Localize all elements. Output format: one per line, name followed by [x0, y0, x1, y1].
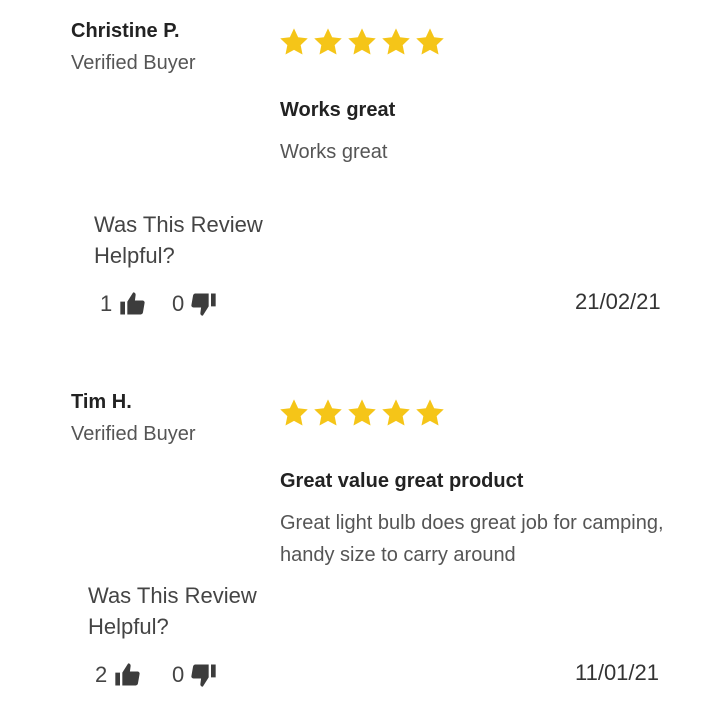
unhelpful-vote-button[interactable]: 0 [172, 661, 218, 689]
review-title: Great value great product [280, 470, 524, 492]
star-icon [314, 399, 342, 426]
helpful-question: Was This Review Helpful? [88, 583, 257, 639]
helpful-vote-button[interactable]: 2 [95, 661, 141, 689]
unhelpful-count: 0 [172, 662, 185, 687]
helpful-question: Was This Review Helpful? [94, 212, 263, 268]
star-icon [280, 28, 308, 55]
star-icon [280, 399, 308, 426]
star-icon [314, 28, 342, 55]
star-icon [382, 399, 410, 426]
verified-buyer-badge: Verified Buyer [71, 52, 196, 74]
review-body: Works great [280, 141, 388, 163]
thumbs-down-icon [191, 664, 216, 687]
review-body: Great light bulb does great job for camp… [280, 512, 664, 566]
thumbs-up-icon [115, 663, 140, 686]
unhelpful-count: 0 [172, 291, 185, 316]
star-icon [348, 28, 376, 55]
review-date: 11/01/21 [575, 660, 660, 685]
unhelpful-vote-button[interactable]: 0 [172, 290, 218, 318]
reviewer-name: Christine P. [71, 20, 180, 42]
thumbs-up-icon [120, 292, 145, 315]
star-rating [278, 26, 446, 58]
thumbs-down-icon [191, 293, 216, 316]
helpful-vote-button[interactable]: 1 [100, 290, 146, 318]
verified-buyer-badge: Verified Buyer [71, 423, 196, 445]
star-icon [416, 28, 444, 55]
star-icon [348, 399, 376, 426]
helpful-count: 1 [100, 291, 113, 316]
review-title: Works great [280, 99, 396, 121]
helpful-count: 2 [95, 662, 108, 687]
review-date: 21/02/21 [575, 289, 661, 314]
star-rating [278, 397, 446, 429]
star-icon [416, 399, 444, 426]
star-icon [382, 28, 410, 55]
reviewer-name: Tim H. [71, 391, 132, 413]
